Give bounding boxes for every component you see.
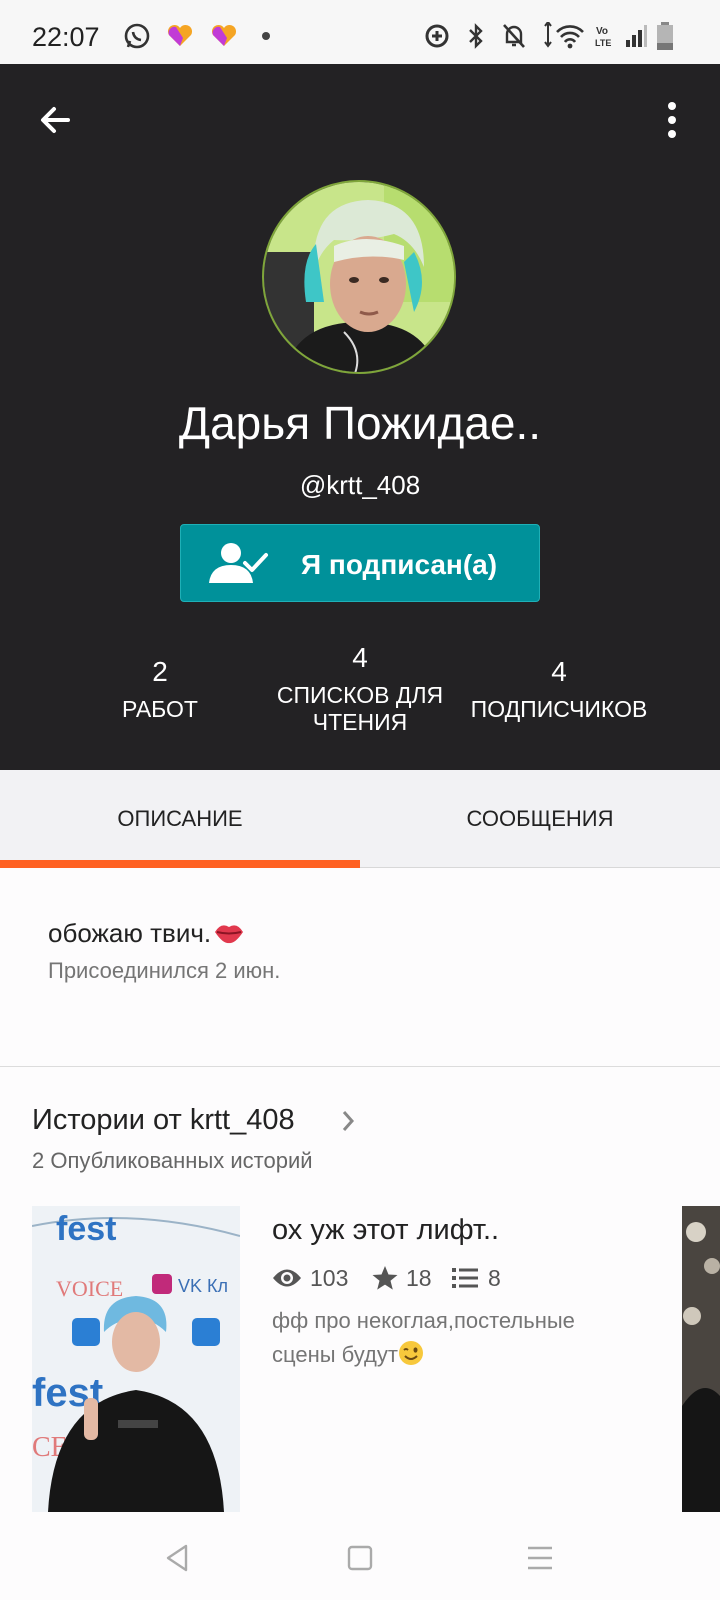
- stories-section-header[interactable]: Истории от krtt_408: [32, 1104, 355, 1137]
- story-views-count: 103: [310, 1264, 349, 1291]
- about-text: обожаю твич.: [48, 918, 245, 953]
- battery-icon: [654, 20, 676, 52]
- stories-title: Истории от krtt_408: [32, 1104, 295, 1136]
- sync-icon: [422, 20, 452, 52]
- tab-messages[interactable]: СООБЩЕНИЯ: [360, 770, 720, 868]
- profile-tabs: ОПИСАНИЕ СООБЩЕНИЯ: [0, 770, 720, 868]
- stat-reading-lists-label: СПИСКОВ ДЛЯ ЧТЕНИЯ: [276, 682, 444, 735]
- stat-followers-label: ПОДПИСЧИКОВ: [470, 696, 648, 722]
- more-menu-button[interactable]: [660, 100, 684, 140]
- stat-works[interactable]: 2 РАБОТ: [90, 656, 230, 723]
- mute-icon: [500, 20, 528, 52]
- profile-header: Дарья Пожидае.. @krtt_408 Я подписан(а) …: [0, 64, 720, 770]
- likee-icon: [166, 20, 194, 52]
- stat-works-label: РАБОТ: [122, 696, 198, 722]
- stat-reading-lists-value: 4: [352, 642, 368, 673]
- following-button[interactable]: Я подписан(а): [180, 524, 540, 602]
- story-cover-next-image: [682, 1206, 720, 1512]
- user-check-icon: [209, 541, 269, 592]
- svg-text:VK Кл: VK Кл: [178, 1276, 228, 1296]
- profile-name: Дарья Пожидае..: [178, 397, 542, 449]
- stat-followers-value: 4: [551, 656, 567, 687]
- svg-text:VOICE: VOICE: [56, 1276, 123, 1301]
- wifi-icon: [540, 20, 588, 52]
- story-title[interactable]: ох уж этот лифт..: [272, 1214, 499, 1247]
- square-home-icon: [347, 1545, 373, 1571]
- star-icon: [372, 1266, 398, 1290]
- status-time: 22:07: [32, 22, 100, 52]
- story-votes: 18: [372, 1262, 432, 1294]
- following-button-label: Я подписан(а): [301, 549, 498, 580]
- back-arrow-icon: [41, 107, 70, 133]
- triangle-back-icon: [166, 1544, 188, 1572]
- story-description: фф про некоглая,постельные сцены будут: [272, 1304, 632, 1376]
- kiss-lips-icon: [213, 920, 245, 953]
- avatar-photo: [264, 182, 454, 372]
- profile-handle: @krtt_408: [299, 470, 421, 500]
- status-bar: 22:07 Vo LTE: [0, 0, 720, 64]
- story-cover-image: fest VOICE VK Кл fest CE: [32, 1206, 240, 1512]
- story-cover[interactable]: fest VOICE VK Кл fest CE: [32, 1206, 240, 1512]
- eye-icon: [273, 1269, 301, 1287]
- likee-icon: [210, 20, 238, 52]
- svg-text:LTE: LTE: [595, 38, 611, 48]
- stat-reading-lists[interactable]: 4 СПИСКОВ ДЛЯ ЧТЕНИЯ: [270, 642, 450, 736]
- tab-description[interactable]: ОПИСАНИЕ: [0, 770, 360, 868]
- section-divider: [0, 1066, 720, 1067]
- menu-lines-icon: [528, 1546, 552, 1570]
- svg-text:fest: fest: [56, 1210, 116, 1248]
- bluetooth-icon: [464, 20, 488, 52]
- volte-icon: Vo LTE: [594, 20, 618, 52]
- whatsapp-icon: [122, 20, 152, 52]
- nav-back-button[interactable]: [158, 1538, 198, 1578]
- about-text-content: обожаю твич.: [48, 918, 212, 948]
- story-votes-count: 18: [406, 1264, 432, 1291]
- more-vertical-icon: [668, 102, 676, 138]
- story-parts: 8: [452, 1262, 501, 1294]
- stat-works-value: 2: [152, 656, 168, 687]
- story-parts-count: 8: [488, 1264, 501, 1291]
- chevron-right-icon: [340, 1108, 356, 1142]
- story-cover-next[interactable]: [682, 1206, 720, 1512]
- dot-icon: [260, 20, 272, 52]
- stat-followers[interactable]: 4 ПОДПИСЧИКОВ: [464, 656, 654, 723]
- nav-home-button[interactable]: [340, 1538, 380, 1578]
- system-navigation-bar: [0, 1512, 720, 1600]
- nav-menu-button[interactable]: [520, 1538, 560, 1578]
- avatar[interactable]: [262, 180, 456, 374]
- svg-text:Vo: Vo: [596, 26, 608, 37]
- list-icon: [452, 1268, 478, 1288]
- story-views: 103: [272, 1262, 348, 1294]
- joined-date: Присоединился 2 июн.: [48, 958, 281, 983]
- active-tab-indicator: [0, 860, 360, 868]
- signal-icon: [624, 20, 648, 52]
- stories-count: 2 Опубликованных историй: [32, 1148, 313, 1173]
- winking-face-icon: [398, 1340, 424, 1376]
- back-button[interactable]: [34, 98, 78, 142]
